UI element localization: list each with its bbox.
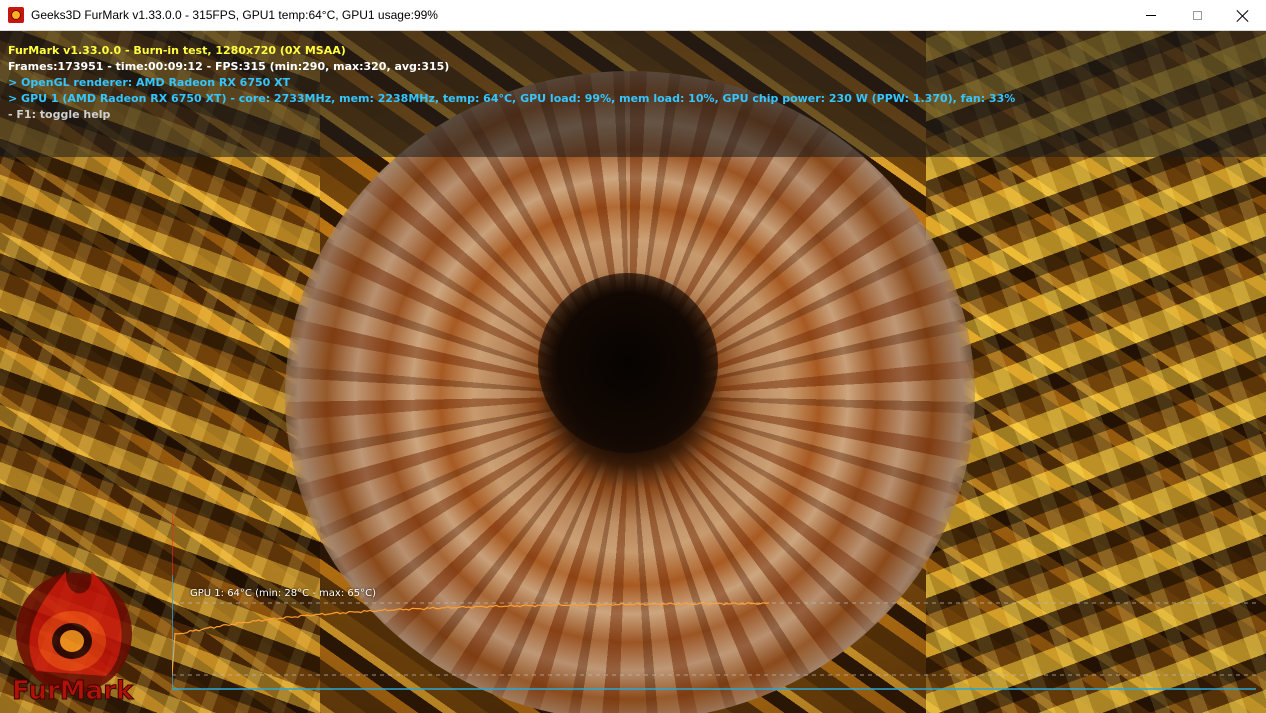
close-icon	[1237, 10, 1249, 22]
render-viewport[interactable]: FurMark v1.33.0.0 - Burn-in test, 1280x7…	[0, 31, 1266, 713]
maximize-button[interactable]	[1174, 0, 1220, 31]
hud-renderer-line: > OpenGL renderer: AMD Radeon RX 6750 XT	[8, 76, 291, 89]
close-button[interactable]	[1220, 0, 1266, 31]
temperature-graph	[172, 515, 1256, 690]
hud-stats-line: Frames:173951 - time:00:09:12 - FPS:315 …	[8, 60, 450, 73]
maximize-icon	[1192, 11, 1202, 20]
fur-center	[538, 273, 718, 453]
hud-title-line: FurMark v1.33.0.0 - Burn-in test, 1280x7…	[8, 44, 346, 57]
gpu-temperature-line	[172, 601, 770, 676]
minimize-button[interactable]	[1128, 0, 1174, 31]
furmark-flame-logo: FurMark	[12, 571, 135, 707]
hud-overlay: FurMark v1.33.0.0 - Burn-in test, 1280x7…	[8, 43, 1015, 123]
hud-gpu-line: > GPU 1 (AMD Radeon RX 6750 XT) - core: …	[8, 92, 1016, 105]
minimize-icon	[1146, 15, 1156, 16]
hud-help-line: - F1: toggle help	[8, 108, 111, 121]
furmark-app-icon[interactable]	[8, 7, 24, 23]
gpu-temperature-label: GPU 1: 64°C (min: 28°C - max: 65°C)	[190, 588, 376, 599]
logo-wordmark: FurMark	[12, 676, 134, 706]
window-title: Geeks3D FurMark v1.33.0.0 - 315FPS, GPU1…	[31, 8, 438, 22]
window-titlebar[interactable]: Geeks3D FurMark v1.33.0.0 - 315FPS, GPU1…	[0, 0, 1266, 31]
